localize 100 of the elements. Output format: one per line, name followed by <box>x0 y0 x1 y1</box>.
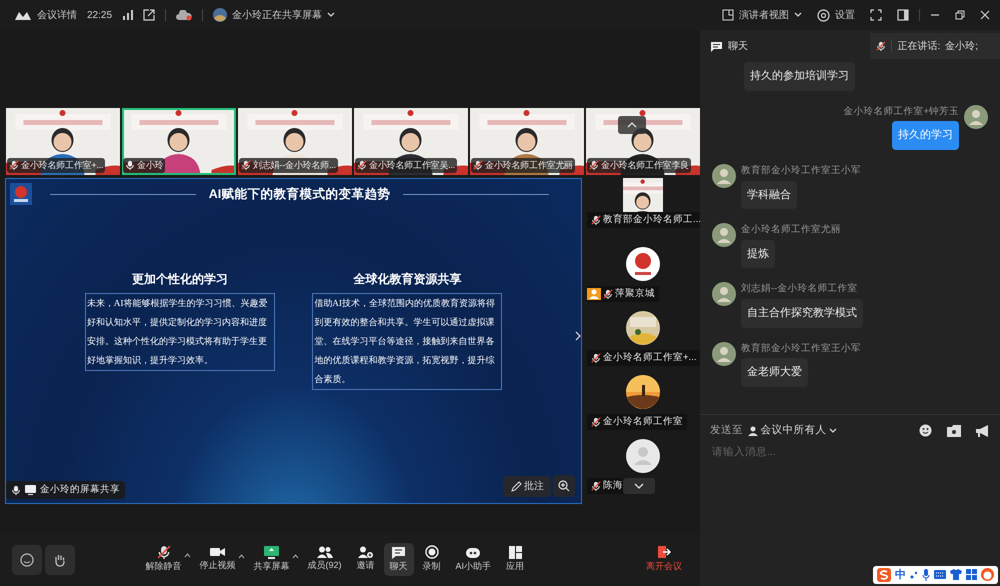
toolbar-button[interactable]: 解除静音 <box>140 542 188 577</box>
restore-icon[interactable] <box>955 10 965 20</box>
toolbar-button[interactable]: 聊天 <box>384 542 414 576</box>
video-tile[interactable]: 金小玲名师工作室尤丽 <box>470 108 584 175</box>
zoom-button[interactable] <box>553 475 575 497</box>
muted-mic-icon <box>9 160 19 170</box>
video-tile[interactable]: 金小玲名师工作室李良 <box>586 108 700 175</box>
annotate-button[interactable]: 批注 <box>502 476 551 497</box>
muted-mic-icon <box>589 160 599 170</box>
mic-icon <box>125 160 135 170</box>
sharing-status[interactable]: 金小玲正在共享屏幕 <box>232 8 322 22</box>
caret-icon[interactable] <box>292 554 298 559</box>
sender-name: 教育部金小玲工作室王小军 <box>741 164 861 178</box>
slide-title: AI赋能下的教育模式的变革趋势 <box>208 186 390 203</box>
mascot-icon[interactable] <box>981 568 994 582</box>
cloud-icon[interactable] <box>176 10 192 20</box>
ime-toolbar[interactable]: 中 <box>873 566 998 584</box>
toolbar-button[interactable]: 录制 <box>416 542 447 577</box>
column-text: 借助AI技术，全球范围内的优质教育资源将得到更有效的整合和共享。学生可以通过虚拟课堂、在线学习平台等途径，接触到来自世界各地的优质课程和教学资源，拓宽视野，提升综合素质。 <box>312 293 502 390</box>
chevron-down-icon <box>634 483 644 489</box>
participant-name: 金小玲名师工作室李良 <box>601 158 690 172</box>
speaking-label: 正在讲话: <box>897 40 940 54</box>
muted-mic-icon <box>603 288 613 299</box>
layout-icon[interactable] <box>722 9 734 21</box>
emblem-icon <box>10 183 32 205</box>
caret-icon <box>829 428 837 434</box>
apps-icon <box>508 546 522 559</box>
add-person-icon <box>358 546 374 558</box>
view-mode-menu[interactable]: 演讲者视图 <box>739 8 789 22</box>
toolbar-button[interactable]: 共享屏幕 <box>248 542 296 576</box>
avatar-icon <box>626 439 660 473</box>
settings-button[interactable]: 设置 <box>835 8 855 22</box>
toolbar-button[interactable]: AI小助手 <box>450 542 498 576</box>
video-tile[interactable]: 金小玲名师工作室吴... <box>354 108 468 175</box>
close-icon[interactable] <box>980 10 990 20</box>
participant-item[interactable]: 萍聚京城 <box>585 242 700 306</box>
participant-name: 陈海 <box>603 478 623 493</box>
shirt-icon[interactable] <box>950 569 962 580</box>
mic-icon[interactable] <box>922 568 930 581</box>
raise-hand-button[interactable] <box>44 544 74 574</box>
fullscreen-icon[interactable] <box>870 9 882 21</box>
punctuation-icon[interactable] <box>910 570 918 580</box>
message-input[interactable]: 请输入消息... <box>710 444 970 462</box>
video-tile[interactable]: 金小玲名师工作室+... <box>6 108 120 175</box>
external-link-icon[interactable] <box>143 8 156 21</box>
column-heading: 全球化教育资源共享 <box>353 271 462 288</box>
folder-icon[interactable] <box>947 424 961 437</box>
video-tile[interactable]: 金小玲 <box>122 108 236 175</box>
participant-name: 金小玲名师工作室吴... <box>369 158 456 172</box>
muted-mic-icon <box>591 214 601 225</box>
chat-message: 持久的学习 <box>892 121 959 150</box>
scroll-up-button[interactable] <box>618 116 646 134</box>
keyboard-icon[interactable] <box>934 570 946 580</box>
participant-name: 萍聚京城 <box>615 286 655 301</box>
reaction-button[interactable] <box>12 544 42 574</box>
chat-icon <box>710 40 723 52</box>
chevron-up-icon <box>627 122 637 128</box>
toolbar-button[interactable]: 应用 <box>500 542 530 576</box>
chat-message: 提炼 <box>741 240 775 268</box>
meeting-details-link[interactable]: 会议详情 <box>37 8 77 22</box>
sidebar-icon[interactable] <box>897 9 909 21</box>
caret-icon <box>794 12 802 18</box>
muted-mic-icon <box>591 480 601 491</box>
participant-name: 金小玲名师工作室+... <box>603 350 696 365</box>
logo-icon <box>14 10 32 20</box>
participant-item[interactable]: 金小玲名师工作室+... <box>585 306 700 370</box>
input-mode[interactable]: 中 <box>895 566 906 583</box>
participant-item[interactable]: 陈海 <box>585 434 700 498</box>
participant-name: 金小玲名师工作室 <box>603 414 683 429</box>
person-icon <box>748 426 758 436</box>
caret-icon[interactable] <box>184 553 190 558</box>
chat-message: 学科融合 <box>741 180 797 209</box>
participant-name: 金小玲名师工作室+... <box>21 158 104 172</box>
scroll-down-button[interactable] <box>623 478 655 494</box>
signal-icon <box>122 9 134 20</box>
megaphone-icon[interactable] <box>976 424 990 437</box>
emoji-icon[interactable] <box>919 424 932 438</box>
participant-name: 金小玲名师工作室尤丽 <box>485 158 574 172</box>
person-icon <box>589 288 599 299</box>
robot-icon <box>465 546 482 559</box>
grid-icon[interactable] <box>966 569 977 580</box>
chat-icon <box>391 546 406 559</box>
screen-share-icon <box>25 484 36 495</box>
participant-item[interactable]: 教育部金小玲名师工... <box>585 178 700 242</box>
toolbar-button[interactable]: 邀请 <box>350 543 381 576</box>
column-heading: 更加个性化的学习 <box>132 271 228 288</box>
caret-icon[interactable] <box>238 554 244 560</box>
leave-meeting-button[interactable]: 离开会议 <box>640 542 688 577</box>
settings-icon[interactable] <box>817 8 830 22</box>
exit-icon <box>657 545 671 560</box>
toolbar-button[interactable]: 停止视频 <box>194 543 242 576</box>
recipient-dropdown[interactable]: 会议中所有人 <box>748 423 837 439</box>
share-label: 金小玲的屏幕共享 <box>6 480 125 499</box>
send-to-label: 发送至 <box>710 423 743 438</box>
video-tile[interactable]: 刘志娟--金小玲名师... <box>238 108 352 175</box>
participant-item[interactable]: 金小玲名师工作室 <box>585 370 700 434</box>
record-icon <box>424 545 439 560</box>
toolbar-button[interactable]: 成员(92) <box>302 543 348 576</box>
avatar-icon <box>712 282 736 306</box>
camera-icon <box>210 546 225 558</box>
